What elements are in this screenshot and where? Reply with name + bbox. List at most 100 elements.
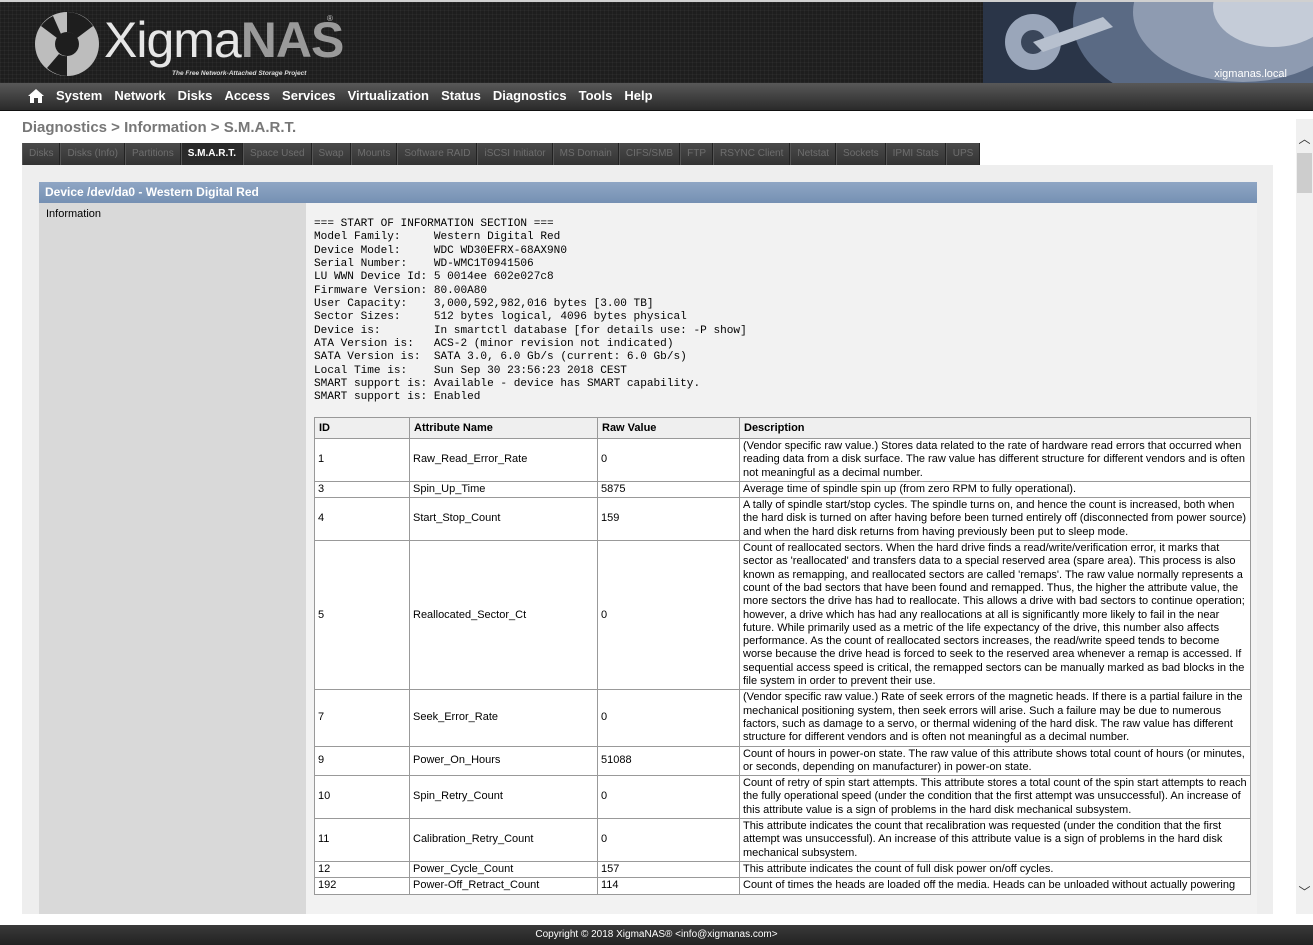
cell-id: 4 [314, 497, 410, 542]
tab-cifs-smb[interactable]: CIFS/SMB [618, 143, 681, 165]
cell-description: This attribute indicates the count that … [739, 818, 1251, 862]
cell-description: Count of hours in power-on state. The ra… [739, 745, 1251, 777]
cell-description: Count of times the heads are loaded off … [739, 877, 1251, 895]
info-line: === START OF INFORMATION SECTION === [314, 218, 554, 230]
cell-raw-value: 5875 [597, 480, 740, 499]
menu-network[interactable]: Network [114, 88, 165, 103]
tab-swap[interactable]: Swap [311, 143, 351, 165]
tab-disks[interactable]: Disks [22, 143, 61, 165]
smart-info-text: === START OF INFORMATION SECTION === Mod… [314, 218, 747, 405]
table-row: 1 Raw_Read_Error_Rate 0 (Vendor specific ra… [314, 438, 1251, 482]
diagnostics-tab-bar: Disks Disks (Info) Partitions S.M.A.R.T.… [22, 143, 981, 165]
tab-sockets[interactable]: Sockets [836, 143, 886, 165]
cell-id: 192 [314, 877, 410, 895]
vertical-scrollbar[interactable]: ︿ ﹀ [1296, 119, 1313, 915]
tab-iscsi-initiator[interactable]: iSCSI Initiator [477, 143, 553, 165]
info-line: Model Family: Western Digital Red [314, 231, 561, 244]
menu-system[interactable]: System [56, 88, 102, 103]
tab-smart[interactable]: S.M.A.R.T. [180, 143, 244, 165]
menu-diagnostics[interactable]: Diagnostics [493, 88, 567, 103]
cell-id: 3 [314, 480, 410, 499]
scrollbar-thumb[interactable] [1297, 153, 1312, 193]
table-row: 11 Calibration_Retry_Count 0 This attribute… [314, 818, 1251, 862]
cell-attribute-name: Power_Cycle_Count [409, 860, 598, 879]
cell-id: 10 [314, 775, 410, 820]
tab-mounts[interactable]: Mounts [350, 143, 398, 165]
cell-raw-value: 0 [597, 540, 740, 691]
table-row: 5 Reallocated_Sector_Ct 0 Count of realloca… [314, 540, 1251, 691]
cell-raw-value: 0 [597, 818, 740, 862]
cell-description: (Vendor specific raw value.) Stores data… [739, 438, 1251, 482]
cell-id: 5 [314, 540, 410, 691]
cell-attribute-name: Spin_Up_Time [409, 480, 598, 499]
cell-raw-value: 114 [597, 877, 740, 895]
cell-description: Count of retry of spin start attempts. T… [739, 775, 1251, 820]
cell-description: This attribute indicates the count of fu… [739, 860, 1251, 879]
footer-spacer [0, 914, 1313, 925]
cell-raw-value: 0 [597, 775, 740, 820]
info-line: Device is: In smartctl database [for det… [314, 324, 747, 337]
menu-disks[interactable]: Disks [178, 88, 213, 103]
tab-ipmi-stats[interactable]: IPMI Stats [885, 143, 946, 165]
hostname-label: xigmanas.local [1214, 68, 1287, 80]
cell-raw-value: 159 [597, 497, 740, 542]
info-line: Device Model: WDC WD30EFRX-68AX9N0 [314, 244, 567, 257]
info-line: LU WWN Device Id: 5 0014ee 602e027c8 [314, 271, 554, 284]
info-line: SMART support is: Enabled [314, 391, 481, 404]
menu-services[interactable]: Services [282, 88, 336, 103]
cell-attribute-name: Start_Stop_Count [409, 497, 598, 542]
tab-disks-info[interactable]: Disks (Info) [60, 143, 126, 165]
cell-attribute-name: Seek_Error_Rate [409, 689, 598, 747]
cell-attribute-name: Power_On_Hours [409, 745, 598, 777]
column-header-description: Description [739, 417, 1251, 439]
information-label: Information [46, 208, 102, 220]
main-menu-bar: System Network Disks Access Services Vir… [0, 83, 1313, 111]
cell-attribute-name: Reallocated_Sector_Ct [409, 540, 598, 691]
table-row: 7 Seek_Error_Rate 0 (Vendor specific raw va… [314, 689, 1251, 747]
chevron-up-icon[interactable]: ︿ [1296, 131, 1313, 148]
tab-software-raid[interactable]: Software RAID [397, 143, 478, 165]
info-line: Local Time is: Sun Sep 30 23:56:23 2018 … [314, 364, 627, 377]
home-icon[interactable] [27, 88, 45, 104]
menu-status[interactable]: Status [441, 88, 481, 103]
column-header-attribute-name: Attribute Name [409, 417, 598, 439]
menu-tools[interactable]: Tools [579, 88, 613, 103]
cell-attribute-name: Raw_Read_Error_Rate [409, 438, 598, 482]
cell-id: 12 [314, 860, 410, 879]
chevron-down-icon[interactable]: ﹀ [1296, 884, 1313, 901]
table-header-row: ID Attribute Name Raw Value Description [314, 417, 1251, 439]
info-line: Serial Number: WD-WMC1T0941506 [314, 258, 534, 271]
column-header-id: ID [314, 417, 410, 439]
table-row: 9 Power_On_Hours 51088 Count of hours in po… [314, 745, 1251, 777]
tab-netstat[interactable]: Netstat [790, 143, 837, 165]
info-line: SMART support is: Available - device has… [314, 378, 701, 391]
info-line: User Capacity: 3,000,592,982,016 bytes [… [314, 298, 654, 311]
cell-raw-value: 51088 [597, 745, 740, 777]
cell-attribute-name: Calibration_Retry_Count [409, 818, 598, 862]
menu-access[interactable]: Access [224, 88, 270, 103]
info-line: SATA Version is: SATA 3.0, 6.0 Gb/s (cur… [314, 351, 687, 364]
cell-id: 7 [314, 689, 410, 747]
smart-table-body: 1 Raw_Read_Error_Rate 0 (Vendor specific ra… [314, 438, 1251, 895]
table-row: 12 Power_Cycle_Count 157 This attribute ind… [314, 860, 1251, 879]
cell-id: 9 [314, 745, 410, 777]
footer-copyright: Copyright © 2018 XigmaNAS® <info@xigmana… [0, 925, 1313, 945]
info-line: Firmware Version: 80.00A80 [314, 284, 488, 297]
menu-help[interactable]: Help [624, 88, 652, 103]
tab-ups[interactable]: UPS [945, 143, 981, 165]
column-header-raw-value: Raw Value [597, 417, 740, 439]
tab-space-used[interactable]: Space Used [243, 143, 312, 165]
cell-description: Average time of spindle spin up (from ze… [739, 480, 1251, 499]
menu-virtualization[interactable]: Virtualization [348, 88, 429, 103]
xigmanas-logo-icon [35, 12, 99, 76]
device-section-title: Device /dev/da0 - Western Digital Red [39, 182, 1257, 203]
tab-ftp[interactable]: FTP [680, 143, 713, 165]
cell-description: Count of reallocated sectors. When the h… [739, 540, 1251, 691]
breadcrumb: Diagnostics > Information > S.M.A.R.T. [22, 119, 297, 136]
tab-rsync-client[interactable]: RSYNC Client [713, 143, 791, 165]
info-line: Sector Sizes: 512 bytes logical, 4096 by… [314, 311, 687, 324]
tab-ms-domain[interactable]: MS Domain [552, 143, 619, 165]
tab-partitions[interactable]: Partitions [125, 143, 181, 165]
table-row: 3 Spin_Up_Time 5875 Average time of spindle… [314, 480, 1251, 499]
cell-id: 1 [314, 438, 410, 482]
